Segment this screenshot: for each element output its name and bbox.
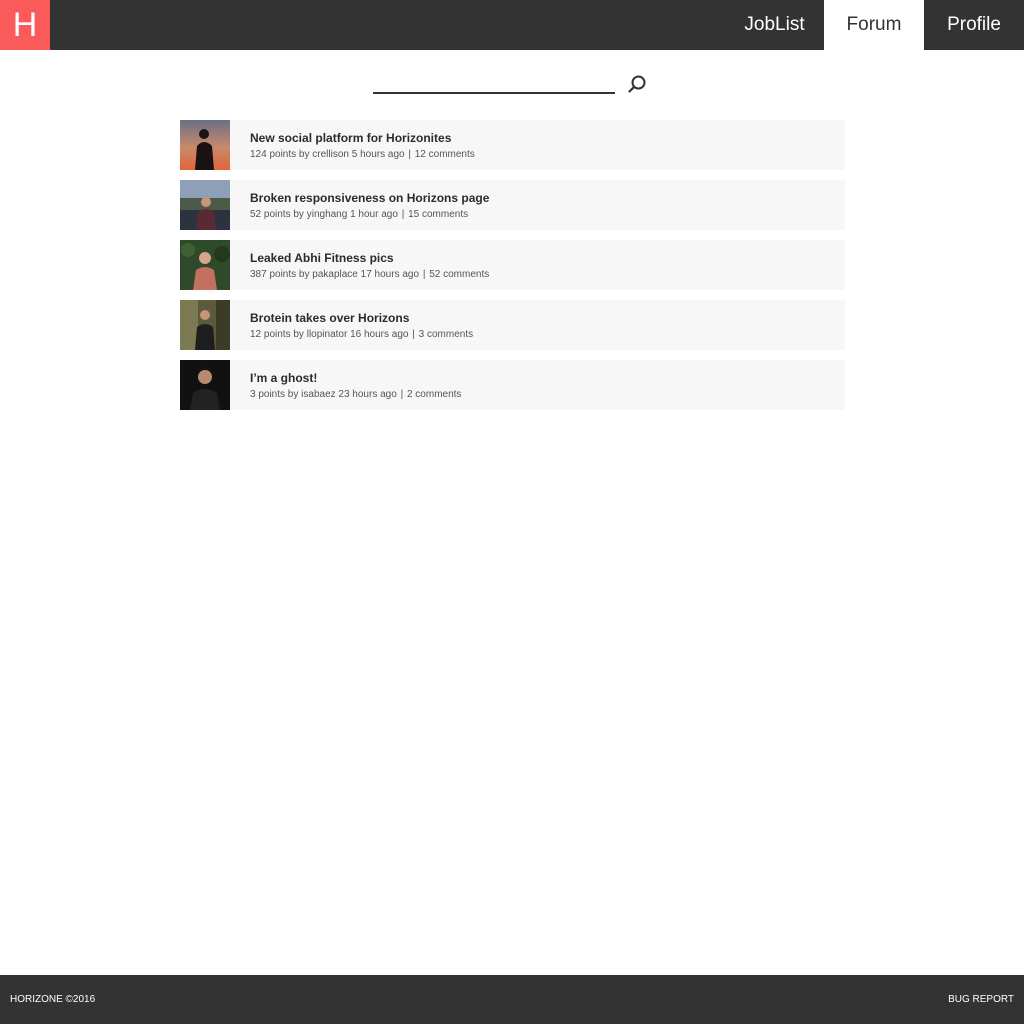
forum-post[interactable]: New social platform for Horizonites 124 … [180, 120, 845, 170]
post-time: 5 hours ago [351, 149, 405, 160]
post-comments[interactable]: 2 comments [407, 389, 461, 400]
nav-profile[interactable]: Profile [924, 0, 1024, 50]
post-points: 124 points [250, 149, 297, 160]
post-time: 17 hours ago [360, 269, 420, 280]
forum-post[interactable]: Broken responsiveness on Horizons page 5… [180, 180, 845, 230]
forum-post[interactable]: Brotein takes over Horizons 12 points by… [180, 300, 845, 350]
bug-report-link[interactable]: BUG REPORT [948, 994, 1014, 1005]
post-points: 12 points [250, 329, 291, 340]
avatar [180, 240, 230, 290]
horizons-logo[interactable]: H [0, 0, 50, 50]
forum-post[interactable]: I’m a ghost! 3 points by isabaez 23 hour… [180, 360, 845, 410]
avatar [180, 180, 230, 230]
nav-profile-label: Profile [947, 14, 1001, 35]
post-meta: 3 points by isabaez 23 hours ago | 2 com… [250, 389, 462, 400]
nav-joblist[interactable]: JobList [725, 0, 824, 50]
post-title[interactable]: New social platform for Horizonites [250, 131, 451, 145]
post-comments[interactable]: 3 comments [419, 329, 473, 340]
post-comments[interactable]: 12 comments [415, 149, 475, 160]
footer: HORIZONE ©2016 BUG REPORT [0, 975, 1024, 1024]
avatar [180, 120, 230, 170]
forum-post-list: New social platform for Horizonites 124 … [180, 120, 845, 420]
post-author[interactable]: yinghang [307, 209, 348, 220]
post-author[interactable]: isabaez [301, 389, 335, 400]
post-meta: 12 points by llopinator 16 hours ago | 3… [250, 329, 474, 340]
post-title[interactable]: Leaked Abhi Fitness pics [250, 251, 394, 265]
post-comments[interactable]: 52 comments [429, 269, 489, 280]
avatar [180, 360, 230, 410]
post-author[interactable]: crellison [312, 149, 349, 160]
nav-forum[interactable]: Forum [824, 0, 924, 50]
nav-joblist-label: JobList [744, 14, 805, 35]
post-time: 23 hours ago [338, 389, 397, 400]
search-input[interactable] [373, 72, 615, 90]
post-time: 1 hour ago [350, 209, 398, 220]
post-author[interactable]: pakaplace [312, 269, 358, 280]
post-title[interactable]: I’m a ghost! [250, 371, 317, 385]
post-meta: 52 points by yinghang 1 hour ago | 15 co… [250, 209, 469, 220]
forum-post[interactable]: Leaked Abhi Fitness pics 387 points by p… [180, 240, 845, 290]
post-meta: 387 points by pakaplace 17 hours ago | 5… [250, 269, 490, 280]
top-navigation-bar: H JobList Forum Profile [0, 0, 1024, 50]
logo-letter: H [12, 6, 38, 44]
post-comments[interactable]: 15 comments [408, 209, 468, 220]
post-points: 52 points [250, 209, 291, 220]
post-points: 387 points [250, 269, 297, 280]
post-points: 3 points [250, 389, 286, 400]
search-icon[interactable] [626, 73, 648, 95]
post-author[interactable]: llopinator [307, 329, 348, 340]
avatar [180, 300, 230, 350]
post-time: 16 hours ago [350, 329, 409, 340]
post-title[interactable]: Broken responsiveness on Horizons page [250, 191, 489, 205]
nav-forum-label: Forum [846, 14, 902, 35]
search-box [373, 72, 615, 94]
post-title[interactable]: Brotein takes over Horizons [250, 311, 409, 325]
copyright-text: HORIZONE ©2016 [10, 994, 96, 1005]
post-meta: 124 points by crellison 5 hours ago | 12… [250, 149, 475, 160]
